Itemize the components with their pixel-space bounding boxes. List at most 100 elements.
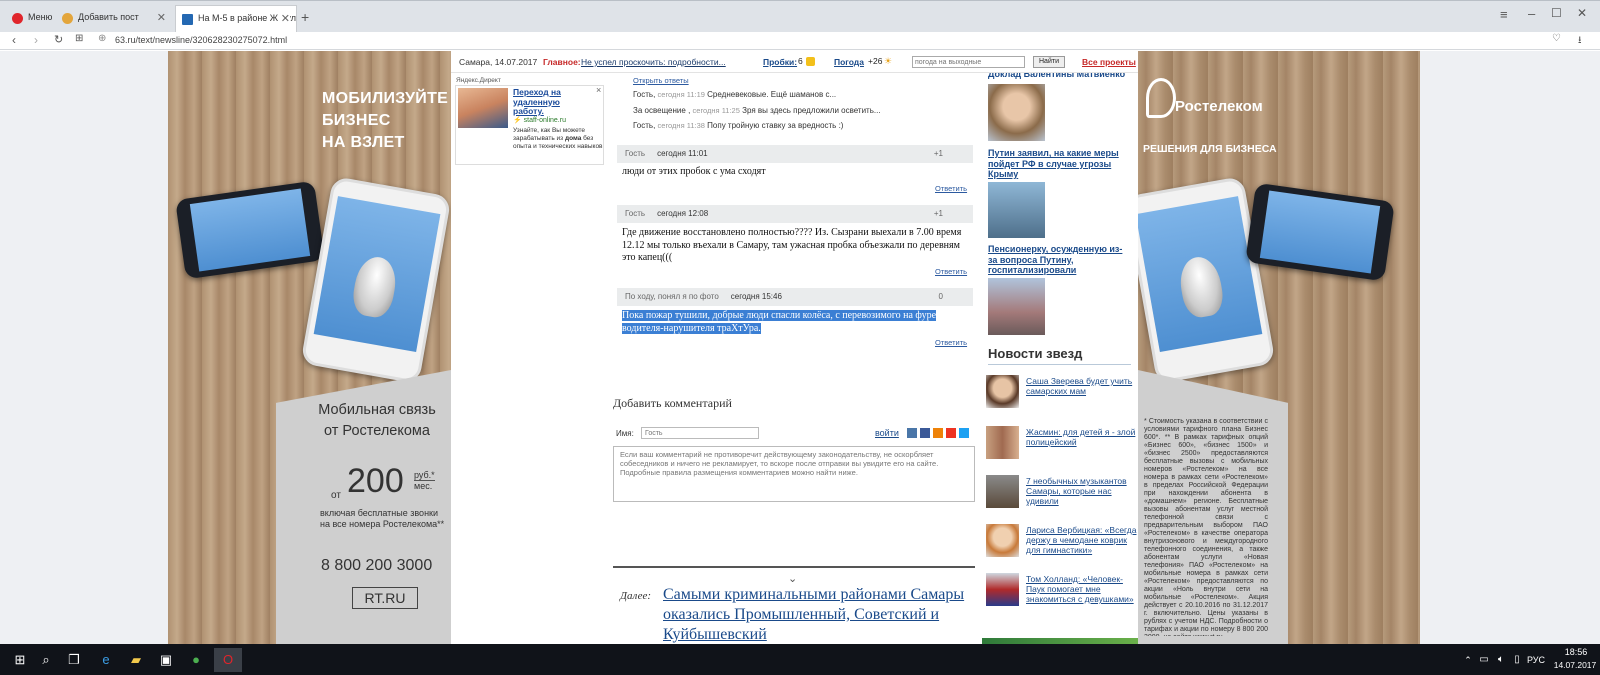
name-label: Имя:: [616, 429, 634, 438]
close-tab-icon[interactable]: ✕: [277, 12, 290, 25]
windows-start-icon[interactable]: ⊞: [12, 652, 28, 668]
news-link[interactable]: Путин заявил, на какие меры пойдет РФ в …: [988, 148, 1128, 180]
comment-header: Гость сегодня 12:08 +1: [617, 205, 973, 223]
url-field[interactable]: 63.ru/text/newsline/320628230275072.html: [115, 35, 287, 45]
task-view-icon[interactable]: ❐: [66, 652, 82, 668]
weather-value: +26: [868, 56, 883, 66]
close-window-icon[interactable]: ✕: [1577, 6, 1587, 20]
star-thumbnail[interactable]: [986, 375, 1019, 408]
tab-menu[interactable]: Меню: [6, 5, 54, 33]
network-icon[interactable]: ▭: [1476, 652, 1492, 668]
ad-description: Узнайте, как Вы можете зарабатывать из д…: [513, 127, 603, 150]
edge-icon[interactable]: e: [98, 652, 114, 668]
comment-text: люди от этих пробок с ума сходят: [622, 166, 766, 177]
ad-site-button[interactable]: RT.RU: [352, 587, 418, 609]
odnoklassniki-icon[interactable]: [933, 428, 943, 438]
input-language[interactable]: РУС: [1527, 655, 1545, 665]
star-news-link[interactable]: Том Холланд: «Человек-Паук помогает мне …: [1026, 574, 1138, 604]
back-icon[interactable]: ‹: [12, 33, 16, 47]
add-comment-title: Добавить комментарий: [613, 396, 732, 410]
download-icon[interactable]: ⭳: [1578, 33, 1582, 50]
main-headline-link[interactable]: Не успел проскочить: подробности...: [581, 57, 726, 67]
speed-dial-icon[interactable]: ⊞: [75, 33, 83, 44]
main-label: Главное:: [543, 57, 581, 67]
open-answers-link[interactable]: Открыть ответы: [633, 76, 689, 85]
star-thumbnail[interactable]: [986, 426, 1019, 459]
reply-item: Гость, сегодня 11:19 Средневековые. Ещё …: [633, 90, 837, 99]
chevron-down-icon[interactable]: ⌄: [788, 572, 797, 585]
tray-chevron-icon[interactable]: ⌃: [1460, 652, 1476, 668]
comment-time: сегодня 11:01: [657, 149, 708, 158]
comment-author: По ходу, понял я по фото: [625, 292, 719, 301]
price-from: от: [331, 490, 341, 501]
twitter-icon[interactable]: [959, 428, 969, 438]
reply-link[interactable]: Ответить: [935, 338, 967, 347]
comment-rating[interactable]: +1: [934, 209, 943, 218]
store-icon[interactable]: ▣: [158, 652, 174, 668]
facebook-icon[interactable]: [920, 428, 930, 438]
site-search-input[interactable]: [912, 56, 1025, 68]
star-thumbnail[interactable]: [986, 524, 1019, 557]
all-projects-link[interactable]: Все проекты: [1082, 57, 1136, 67]
ad-headline: МОБИЛИЗУЙТЕ БИЗНЕС НА ВЗЛЕТ: [322, 90, 449, 151]
tab-menu-icon[interactable]: ≡: [1500, 7, 1508, 22]
login-link[interactable]: войти: [875, 428, 899, 438]
clock-date[interactable]: 14.07.2017: [1551, 660, 1599, 670]
file-explorer-icon[interactable]: ▰: [128, 652, 144, 668]
mailru-icon[interactable]: [946, 428, 956, 438]
clock-time[interactable]: 18:56: [1556, 647, 1596, 657]
star-thumbnail[interactable]: [986, 475, 1019, 508]
vk-icon[interactable]: [907, 428, 917, 438]
stars-heading: Новости звезд: [988, 346, 1083, 361]
traffic-value: 6: [798, 56, 803, 66]
tab-label: Добавить пост: [78, 12, 139, 22]
site-info-icon[interactable]: ⊕: [98, 33, 106, 44]
site-favicon-icon: [62, 13, 73, 24]
comment-rating[interactable]: +1: [934, 149, 943, 158]
reply-link[interactable]: Ответить: [935, 184, 967, 193]
star-news-link[interactable]: 7 необычных музыкантов Самары, которые н…: [1026, 476, 1138, 506]
news-link[interactable]: Пенсионерку, осужденную из-за вопроса Пу…: [988, 244, 1128, 276]
tab-add-post[interactable]: Добавить пост ✕: [56, 5, 172, 33]
star-news-link[interactable]: Саша Зверева будет учить самарских мам: [1026, 376, 1138, 396]
weather-link[interactable]: Погода: [834, 57, 864, 67]
opera-taskbar-icon[interactable]: O: [214, 648, 242, 672]
star-news-link[interactable]: Жасмин: для детей я - злой полицейский: [1026, 427, 1138, 447]
minimize-icon[interactable]: –: [1528, 6, 1535, 21]
next-article-link[interactable]: Самыми криминальными районами Самары ока…: [663, 585, 973, 644]
tray-flag-icon[interactable]: ▯: [1509, 652, 1525, 668]
comment-author: Гость: [625, 149, 646, 158]
site-top-bar: Самара, 14.07.2017 Главное: Не успел про…: [451, 51, 1138, 73]
name-input[interactable]: [641, 427, 759, 439]
news-thumbnail[interactable]: [988, 182, 1045, 238]
comment-time: сегодня 15:46: [730, 292, 782, 301]
utorrent-icon[interactable]: ●: [188, 652, 204, 668]
bookmark-heart-icon[interactable]: ♡: [1552, 33, 1561, 44]
ad-close-icon[interactable]: ×: [596, 85, 601, 95]
search-button[interactable]: Найти: [1033, 56, 1065, 68]
comment-text: Где движение восстановлено полностью????…: [622, 227, 962, 263]
tab-article[interactable]: На М-5 в районе Жигулевс ✕: [175, 5, 297, 33]
traffic-link[interactable]: Пробки:: [763, 57, 797, 67]
new-tab-button[interactable]: +: [301, 9, 309, 25]
yandex-direct-label: Яндекс.Директ: [456, 77, 501, 84]
reload-icon[interactable]: ↻: [54, 33, 63, 46]
search-icon[interactable]: ⌕: [38, 652, 54, 668]
comment-textarea[interactable]: Если ваш комментарий не противоречит дей…: [613, 446, 975, 502]
next-label: Далее:: [620, 590, 651, 602]
reply-link[interactable]: Ответить: [935, 267, 967, 276]
star-thumbnail[interactable]: [986, 573, 1019, 606]
news-thumbnail[interactable]: [988, 278, 1045, 335]
maximize-icon[interactable]: ☐: [1551, 6, 1562, 20]
star-news-link[interactable]: Лариса Вербицкая: «Всегда держу в чемода…: [1026, 525, 1138, 555]
city-date: Самара, 14.07.2017: [459, 57, 538, 67]
news-thumbnail[interactable]: [988, 84, 1045, 141]
forward-icon[interactable]: ›: [34, 33, 38, 47]
volume-icon[interactable]: 🔈︎: [1493, 652, 1509, 668]
cut-news-link[interactable]: Доклад Валентины Матвиенко: [988, 73, 1138, 79]
comment-rating[interactable]: 0: [939, 292, 943, 301]
close-tab-icon[interactable]: ✕: [157, 11, 166, 24]
ad-title-link[interactable]: Переход на удаленную работу.: [513, 87, 581, 117]
price-unit: руб.* мес.: [414, 470, 435, 491]
rostelecom-brand: Ростелеком: [1175, 98, 1263, 115]
